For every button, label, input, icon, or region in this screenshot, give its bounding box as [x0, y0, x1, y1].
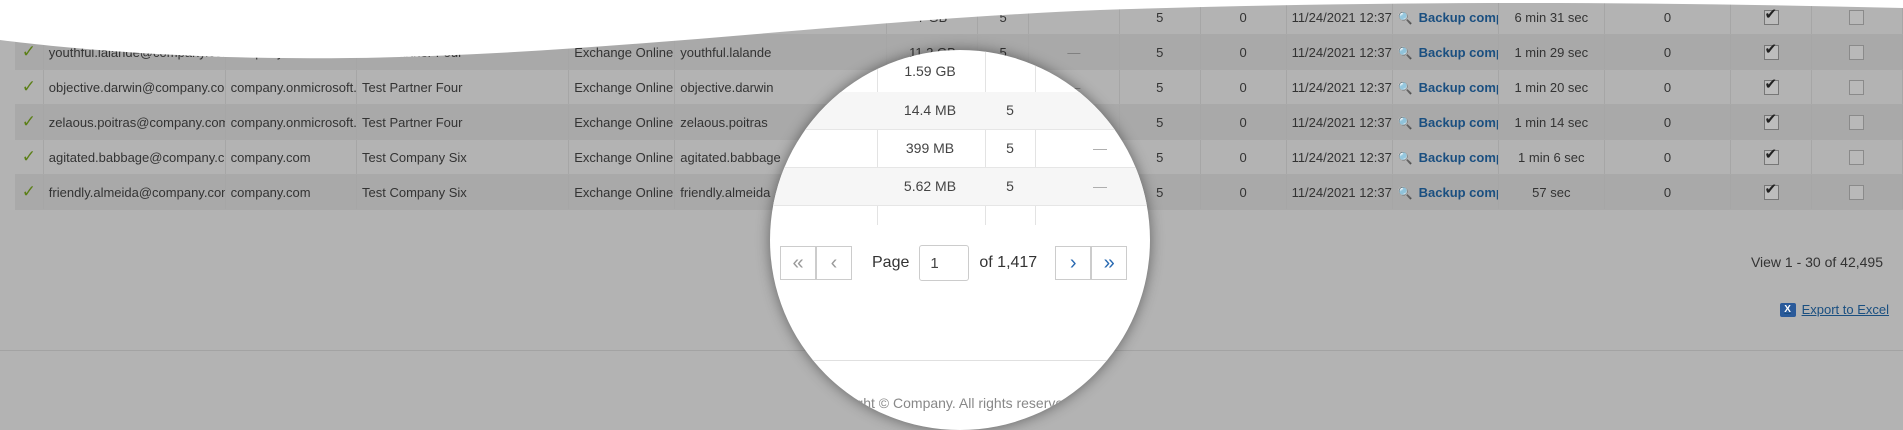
select-checkbox[interactable] — [1811, 174, 1903, 210]
enabled-checkbox[interactable]: ✔ — [1730, 139, 1812, 175]
page-total: of 1,417 — [979, 254, 1038, 271]
excel-icon: X — [1779, 302, 1796, 317]
date-cell: 11/24/2021 12:37 — [1286, 174, 1393, 210]
failed-cell: 0 — [1200, 174, 1287, 210]
email-cell: friendly.almeida@company.com — [43, 174, 226, 210]
domain-cell: company.onmicrosoft.com — [225, 104, 358, 140]
lens-footer-divider — [770, 360, 1150, 361]
select-checkbox[interactable] — [1811, 104, 1903, 140]
email-cell: agitated.babbage@company.com — [43, 139, 226, 175]
email-cell: zelaous.poitras@company.com — [43, 104, 226, 140]
checked-checkbox-icon[interactable]: ✔ — [1763, 146, 1779, 166]
enabled-checkbox[interactable]: ✔ — [1730, 104, 1812, 140]
export-label: Export to Excel — [1801, 302, 1889, 317]
magnifier-icon: 🔍 — [1397, 185, 1413, 200]
status-link-cell[interactable]: 🔍 Backup completed — [1392, 139, 1499, 175]
magnifier-lens: 1.59 GB 14.4 MB 5 399 MB 5 — 5.62 MB 5 —… — [770, 50, 1150, 430]
empty-checkbox-icon[interactable] — [1849, 150, 1865, 166]
first-page-button[interactable]: « — [780, 246, 816, 280]
service-cell: Exchange Online — [568, 139, 676, 175]
lens-dash: — — [1093, 140, 1107, 156]
lens-size: 14.4 MB — [903, 102, 957, 118]
lens-size: 399 MB — [905, 140, 955, 156]
empty-checkbox-icon[interactable] — [1849, 80, 1865, 96]
lens-row: 5.62 MB 5 — — [770, 168, 1150, 206]
errors-cell: 0 — [1604, 69, 1732, 105]
checked-checkbox-icon[interactable]: ✔ — [1763, 111, 1779, 131]
magnifier-icon: 🔍 — [1397, 80, 1413, 95]
duration-cell: 1 min 6 sec — [1498, 139, 1605, 175]
errors-cell: 0 — [1604, 174, 1732, 210]
checked-checkbox-icon[interactable]: ✔ — [1763, 181, 1779, 201]
magnifier-icon: 🔍 — [1397, 150, 1413, 165]
failed-cell: 0 — [1200, 104, 1287, 140]
status-link-cell[interactable]: 🔍 Backup completed — [1392, 69, 1499, 105]
select-checkbox[interactable] — [1811, 69, 1903, 105]
lens-count: 5 — [1006, 178, 1014, 194]
partner-cell: Test Partner Four — [356, 104, 570, 140]
domain-cell: company.com — [225, 174, 358, 210]
copyright-text: Copyright © Company. All rights reserved… — [815, 395, 1075, 411]
status-check-icon: ✓ — [15, 69, 44, 105]
email-cell: objective.darwin@company.com — [43, 69, 226, 105]
partner-cell: Test Partner Four — [356, 69, 570, 105]
checked-checkbox-icon[interactable]: ✔ — [1763, 76, 1779, 96]
service-cell: Exchange Online — [568, 104, 676, 140]
status-check-icon: ✓ — [15, 104, 44, 140]
next-page-button[interactable]: › — [1055, 246, 1092, 280]
duration-cell: 57 sec — [1498, 174, 1605, 210]
lens-size: 5.62 MB — [903, 178, 957, 194]
lens-count: 5 — [1006, 140, 1014, 156]
date-cell: 11/24/2021 12:37 — [1286, 139, 1393, 175]
lens-dash: — — [1093, 178, 1107, 194]
duration-cell: 1 min 14 sec — [1498, 104, 1605, 140]
empty-checkbox-icon[interactable] — [1849, 115, 1865, 131]
status-link-cell[interactable]: 🔍 Backup completed — [1392, 104, 1499, 140]
prev-page-button[interactable]: ‹ — [816, 246, 852, 280]
empty-checkbox-icon[interactable] — [1849, 185, 1865, 201]
enabled-checkbox[interactable]: ✔ — [1730, 174, 1812, 210]
page-label: Page — [872, 254, 910, 271]
lens-count: 5 — [1006, 102, 1014, 118]
backup-status-page: ✓angry.mcclintock@company.com7 GB55011/2… — [0, 0, 1903, 430]
status-link[interactable]: Backup completed — [1419, 150, 1498, 165]
last-page-button[interactable]: » — [1091, 246, 1128, 280]
date-cell: 11/24/2021 12:37 — [1286, 104, 1393, 140]
date-cell: 11/24/2021 12:37 — [1286, 69, 1393, 105]
status-check-icon: ✓ — [15, 139, 44, 175]
service-cell: Exchange Online — [568, 69, 676, 105]
export-to-excel-link[interactable]: X Export to Excel — [1779, 302, 1889, 317]
service-cell: Exchange Online — [568, 174, 676, 210]
status-link[interactable]: Backup completed — [1419, 115, 1498, 130]
select-checkbox[interactable] — [1811, 139, 1903, 175]
lens-row: 399 MB 5 — — [770, 130, 1150, 168]
partner-cell: Test Company Six — [356, 139, 570, 175]
failed-cell: 0 — [1200, 69, 1287, 105]
view-count: View 1 - 30 of 42,495 — [1750, 254, 1883, 270]
lens-row: 14.4 MB 5 — [770, 92, 1150, 130]
domain-cell: company.onmicrosoft.com — [225, 69, 358, 105]
lens-size: 1.59 GB — [904, 63, 956, 79]
pagination: « ‹ Page of 1,417 › » — [780, 245, 1128, 281]
errors-cell: 0 — [1604, 104, 1732, 140]
errors-cell: 0 — [1604, 139, 1732, 175]
failed-cell: 0 — [1200, 139, 1287, 175]
page-number-input[interactable] — [919, 245, 970, 281]
status-link-cell[interactable]: 🔍 Backup completed — [1392, 174, 1499, 210]
domain-cell: company.com — [225, 139, 358, 175]
partner-cell: Test Company Six — [356, 174, 570, 210]
enabled-checkbox[interactable]: ✔ — [1730, 69, 1812, 105]
lens-row: 1.59 GB — [770, 55, 1150, 93]
magnifier-icon: 🔍 — [1397, 115, 1413, 130]
status-link[interactable]: Backup completed — [1419, 80, 1498, 95]
status-check-icon: ✓ — [15, 174, 44, 210]
status-link[interactable]: Backup completed — [1419, 185, 1498, 200]
duration-cell: 1 min 20 sec — [1498, 69, 1605, 105]
